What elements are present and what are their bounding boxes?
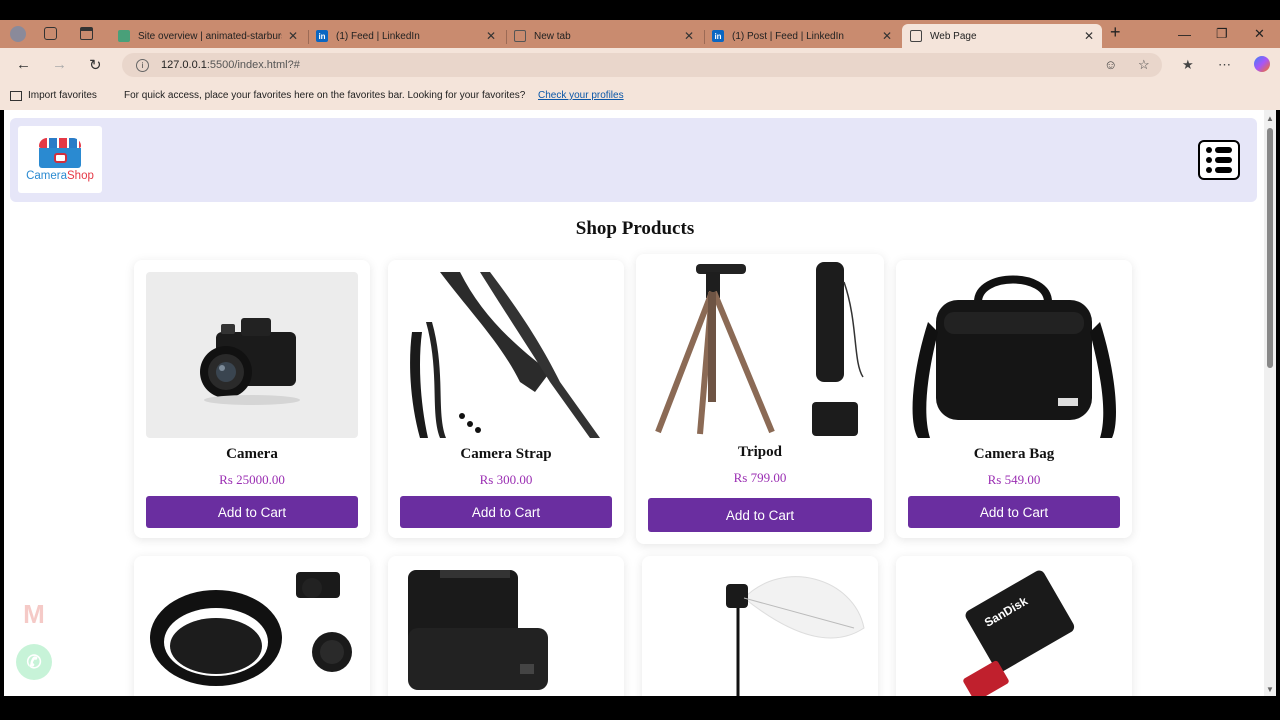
document-icon [910, 30, 922, 42]
favorites-icon[interactable]: ★ [1182, 57, 1194, 73]
add-to-cart-button[interactable]: Add to Cart [146, 496, 358, 528]
logo-text: CameraShop [26, 169, 94, 182]
store-icon [39, 147, 81, 168]
tab-strip: Site overview | animated-starburst ✕ in … [0, 20, 1280, 48]
product-name: Tripod [738, 444, 782, 460]
whatsapp-icon[interactable]: ✆ [16, 644, 52, 680]
close-icon[interactable]: ✕ [288, 29, 298, 43]
awning-icon [39, 137, 81, 148]
product-card: Camera Rs 25000.00 Add to Cart [134, 260, 370, 538]
product-card [134, 556, 370, 696]
section-title: Shop Products [575, 218, 695, 239]
product-price: Rs 799.00 [733, 470, 787, 485]
forward-arrow-icon[interactable]: → [52, 56, 67, 73]
url-host: 127.0.0.1 [161, 59, 207, 71]
tab-new-tab[interactable]: New tab ✕ [506, 24, 702, 48]
favorite-star-icon[interactable]: ☆ [1138, 57, 1150, 73]
tab-title: New tab [534, 30, 571, 42]
product-card [388, 556, 624, 696]
screen-top-bar [0, 0, 1280, 20]
scrollbar-thumb[interactable] [1267, 128, 1273, 368]
tab-title: (1) Post | Feed | LinkedIn [732, 30, 844, 42]
site-header: CameraShop [10, 118, 1257, 202]
product-price: Rs 300.00 [479, 472, 533, 487]
add-to-cart-button[interactable]: Add to Cart [908, 496, 1120, 528]
tripod-image[interactable] [648, 262, 872, 438]
menu-list-icon[interactable] [1198, 140, 1240, 180]
window-close-button[interactable]: ✕ [1254, 20, 1265, 48]
gmail-icon[interactable]: M [16, 596, 52, 632]
minimize-button[interactable]: — [1178, 20, 1191, 48]
workspaces-icon[interactable] [44, 27, 57, 40]
camera-battery-image[interactable] [400, 568, 612, 696]
tab-web-page[interactable]: Web Page ✕ [902, 24, 1102, 48]
lens-hood-image[interactable] [146, 568, 358, 696]
newtab-icon [514, 30, 526, 42]
copilot-icon[interactable] [1254, 56, 1270, 72]
url-path: :5500/index.html?# [206, 59, 300, 71]
camera-strap-image[interactable] [400, 272, 612, 438]
new-tab-button[interactable]: + [1110, 22, 1121, 43]
product-card: Camera Bag Rs 549.00 Add to Cart [896, 260, 1132, 538]
tab-linkedin-feed[interactable]: in (1) Feed | LinkedIn ✕ [308, 24, 504, 48]
linkedin-icon: in [712, 30, 724, 42]
more-options-icon[interactable]: ⋯ [1218, 57, 1231, 73]
product-name: Camera Bag [973, 446, 1055, 462]
scroll-up-arrow-icon[interactable]: ▲ [1266, 114, 1274, 123]
info-icon[interactable]: i [136, 58, 149, 72]
studio-light-umbrella-image[interactable] [654, 568, 866, 696]
restore-button[interactable]: ❐ [1216, 20, 1228, 48]
product-price: Rs 25000.00 [219, 472, 285, 487]
tab-title: Site overview | animated-starburst [138, 30, 282, 42]
favorites-message: For quick access, place your favorites h… [124, 90, 526, 101]
camera-bag-image[interactable] [908, 272, 1120, 438]
back-arrow-icon[interactable]: ← [16, 56, 31, 73]
close-icon[interactable]: ✕ [1084, 29, 1094, 43]
product-card: Camera Strap Rs 300.00 Add to Cart [388, 260, 624, 538]
site-icon [118, 30, 130, 42]
camera-image[interactable] [146, 272, 358, 438]
product-price: Rs 549.00 [987, 472, 1041, 487]
page-scrollbar[interactable]: ▲ ▼ [1264, 110, 1276, 696]
add-to-cart-button[interactable]: Add to Cart [648, 498, 872, 532]
sandisk-sd-card-image[interactable]: SanDisk [908, 568, 1120, 696]
tab-site-overview[interactable]: Site overview | animated-starburst ✕ [110, 24, 306, 48]
import-favorites-button[interactable]: Import favorites [10, 90, 97, 101]
scroll-down-arrow-icon[interactable]: ▼ [1266, 685, 1274, 694]
screen-bottom-bar [0, 696, 1280, 720]
linkedin-icon: in [316, 30, 328, 42]
profile-icon[interactable] [10, 26, 26, 42]
close-icon[interactable]: ✕ [882, 29, 892, 43]
camerashop-logo[interactable]: CameraShop [18, 126, 102, 193]
read-aloud-icon[interactable]: ☺ [1104, 57, 1117, 72]
page-viewport: CameraShop Shop Products Camera Rs 25000… [4, 110, 1276, 696]
import-icon [10, 90, 22, 101]
tab-title: Web Page [930, 30, 977, 42]
import-favorites-label: Import favorites [28, 90, 97, 101]
product-card: Tripod Rs 799.00 Add to Cart [636, 254, 884, 544]
tab-linkedin-post[interactable]: in (1) Post | Feed | LinkedIn ✕ [704, 24, 900, 48]
check-profiles-link[interactable]: Check your profiles [538, 90, 624, 101]
address-bar[interactable]: i 127.0.0.1:5500/index.html?# [122, 53, 1162, 77]
add-to-cart-button[interactable]: Add to Cart [400, 496, 612, 528]
product-name: Camera [226, 446, 278, 462]
vertical-tabs-icon[interactable] [80, 27, 93, 40]
favorites-bar: Import favorites For quick access, place… [0, 82, 1280, 110]
browser-toolbar: ← → ↻ i 127.0.0.1:5500/index.html?# ☺ ☆ … [0, 48, 1280, 82]
close-icon[interactable]: ✕ [684, 29, 694, 43]
refresh-icon[interactable]: ↻ [89, 56, 102, 74]
close-icon[interactable]: ✕ [486, 29, 496, 43]
tab-title: (1) Feed | LinkedIn [336, 30, 420, 42]
product-card: SanDisk [896, 556, 1132, 696]
product-name: Camera Strap [460, 446, 552, 462]
product-card [642, 556, 878, 696]
